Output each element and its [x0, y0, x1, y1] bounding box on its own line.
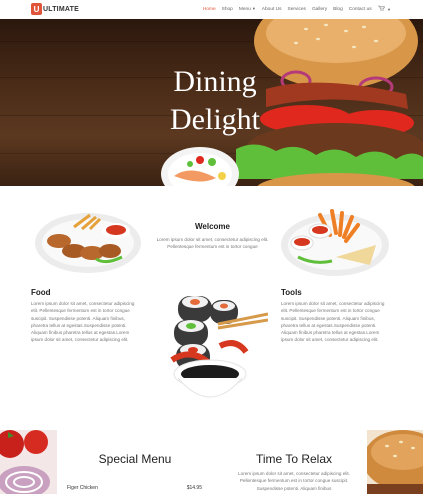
tools-title: Tools: [281, 288, 302, 297]
cart-icon: [377, 5, 385, 11]
food-text: Lorem ipsum dolor sit amet, consectetur …: [31, 301, 135, 343]
logo-text: ULTIMATE: [43, 5, 79, 13]
chevron-down-icon: ▼: [387, 7, 391, 12]
tools-text: Lorem ipsum dolor sit amet, consectetur …: [281, 301, 385, 343]
nav-item-services[interactable]: Services: [288, 7, 306, 12]
welcome-text: Lorem ipsum dolor sit amet, consectetur …: [156, 237, 269, 249]
chevron-down-icon: ▼: [251, 6, 256, 11]
hero-title-line-1: Dining: [173, 65, 257, 98]
relax-title: Time To Relax: [255, 452, 333, 466]
hero-banner: Dining Delight: [0, 19, 423, 186]
hero-title: Dining Delight: [150, 63, 280, 139]
salmon-plate-image: [161, 147, 239, 186]
relax-text: Lorem ipsum dolor sit amet, consectetur …: [238, 471, 350, 491]
nav-item-blog[interactable]: Blog: [333, 7, 343, 12]
nav-item-contact[interactable]: Contact us: [349, 7, 372, 12]
nav-item-menu[interactable]: Menu▼: [239, 6, 256, 12]
site-header: U ULTIMATE Home Shop Menu▼ About Us Serv…: [0, 0, 423, 18]
chicken-wings-plate-image: [35, 213, 141, 273]
nav-item-gallery[interactable]: Gallery: [312, 7, 327, 12]
cart-dropdown[interactable]: ▼: [377, 5, 391, 13]
special-menu-title: Special Menu: [98, 452, 172, 466]
site-logo[interactable]: U ULTIMATE: [31, 3, 79, 15]
nav-item-about[interactable]: About Us: [262, 7, 282, 12]
food-title: Food: [31, 288, 51, 297]
fries-plate-image: [281, 209, 389, 276]
tomato-onion-image: [0, 430, 57, 494]
nav-item-home[interactable]: Home: [203, 7, 216, 12]
menu-item-name: Figer Chicken: [67, 485, 98, 491]
sushi-image: [170, 296, 268, 398]
welcome-title: Welcome: [195, 222, 230, 231]
nav-item-shop[interactable]: Shop: [222, 7, 233, 12]
burger-bun-image: [367, 430, 423, 494]
logo-mark: U: [31, 3, 42, 15]
menu-item[interactable]: Figer Chicken $14.95: [67, 485, 202, 491]
menu-item-price: $14.95: [186, 485, 202, 491]
main-nav: Home Shop Menu▼ About Us Services Galler…: [203, 0, 391, 18]
hero-title-line-2: Delight: [170, 103, 260, 136]
